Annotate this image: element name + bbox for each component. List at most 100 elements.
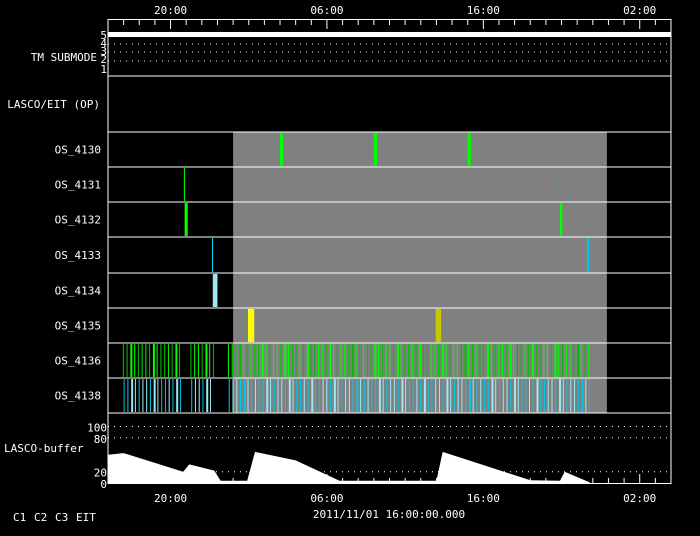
event-mark xyxy=(276,344,278,377)
event-mark xyxy=(246,344,248,377)
row-label-os_4136: OS_4136 xyxy=(55,355,101,368)
event-mark xyxy=(270,379,272,412)
event-mark xyxy=(231,344,233,377)
event-mark xyxy=(573,344,575,377)
event-mark xyxy=(584,344,586,377)
event-mark xyxy=(431,379,433,412)
event-mark xyxy=(333,379,336,412)
event-mark xyxy=(300,379,302,412)
event-mark xyxy=(212,344,214,377)
event-mark xyxy=(528,379,530,412)
event-mark xyxy=(356,379,359,412)
event-mark xyxy=(393,344,395,377)
event-mark xyxy=(236,379,238,412)
event-mark xyxy=(198,379,200,412)
event-mark xyxy=(445,344,447,377)
event-mark xyxy=(160,344,162,377)
event-mark xyxy=(212,274,218,307)
event-mark xyxy=(145,344,147,377)
event-mark xyxy=(577,379,579,412)
event-mark xyxy=(580,344,582,377)
event-mark xyxy=(330,379,332,412)
event-mark xyxy=(149,379,151,412)
top-tick-label: 20:00 xyxy=(154,4,187,17)
event-mark xyxy=(540,379,542,412)
event-mark xyxy=(336,344,338,377)
event-mark xyxy=(468,344,470,377)
event-mark xyxy=(561,344,563,377)
event-mark xyxy=(257,344,259,377)
event-mark xyxy=(412,379,414,412)
row-label-os_4138: OS_4138 xyxy=(55,390,101,403)
event-mark xyxy=(281,379,283,412)
event-mark xyxy=(367,379,369,412)
event-mark xyxy=(137,344,139,377)
event-mark xyxy=(438,344,440,377)
event-mark xyxy=(261,344,264,377)
event-mark xyxy=(450,379,452,412)
event-mark xyxy=(441,344,444,377)
event-mark xyxy=(258,379,260,412)
event-mark xyxy=(265,344,267,377)
bottom-tick-label: 20:00 xyxy=(154,492,187,505)
event-mark xyxy=(318,379,320,412)
event-mark xyxy=(123,379,125,412)
event-mark xyxy=(296,379,298,412)
top-tick-label: 02:00 xyxy=(623,4,656,17)
event-mark xyxy=(559,379,562,412)
event-mark xyxy=(134,344,136,377)
event-mark xyxy=(172,379,174,412)
event-mark xyxy=(329,344,332,377)
event-mark xyxy=(415,344,417,377)
event-mark xyxy=(465,379,467,412)
event-mark xyxy=(501,344,503,377)
event-mark xyxy=(554,344,557,377)
legend-c2: C2 xyxy=(34,511,47,524)
event-mark xyxy=(510,379,512,412)
event-mark xyxy=(191,379,193,412)
event-mark xyxy=(513,379,516,412)
event-mark xyxy=(284,344,287,377)
event-mark xyxy=(521,379,523,412)
event-mark xyxy=(321,344,323,377)
event-mark xyxy=(206,379,209,412)
event-mark xyxy=(442,379,444,412)
event-mark xyxy=(333,344,335,377)
event-mark xyxy=(360,379,362,412)
event-mark xyxy=(426,344,428,377)
event-mark xyxy=(345,379,347,412)
event-mark xyxy=(397,379,399,412)
event-mark xyxy=(311,379,314,412)
event-mark xyxy=(363,344,365,377)
event-mark xyxy=(344,344,346,377)
event-mark xyxy=(531,344,534,377)
tm-submode-bar xyxy=(108,32,671,37)
event-mark xyxy=(539,344,541,377)
event-mark xyxy=(142,379,144,412)
event-mark xyxy=(551,379,553,412)
event-mark xyxy=(532,379,534,412)
event-mark xyxy=(373,133,377,166)
event-mark xyxy=(138,379,140,412)
event-mark xyxy=(585,379,587,412)
event-mark xyxy=(565,344,567,377)
event-mark xyxy=(550,344,552,377)
event-mark xyxy=(382,379,384,412)
event-mark xyxy=(435,309,442,342)
event-mark xyxy=(427,379,429,412)
event-mark xyxy=(505,344,507,377)
event-mark xyxy=(211,238,214,272)
event-mark xyxy=(134,379,136,412)
event-mark xyxy=(127,379,129,412)
event-mark xyxy=(247,379,249,412)
event-mark xyxy=(405,379,407,412)
event-mark xyxy=(404,344,406,377)
event-mark xyxy=(547,379,549,412)
event-mark xyxy=(269,344,271,377)
event-mark xyxy=(273,379,275,412)
legend-eit: EIT xyxy=(76,511,96,524)
event-mark xyxy=(557,184,559,187)
event-mark xyxy=(483,379,485,412)
row-label-os_4130: OS_4130 xyxy=(55,144,101,157)
event-mark xyxy=(280,133,284,166)
